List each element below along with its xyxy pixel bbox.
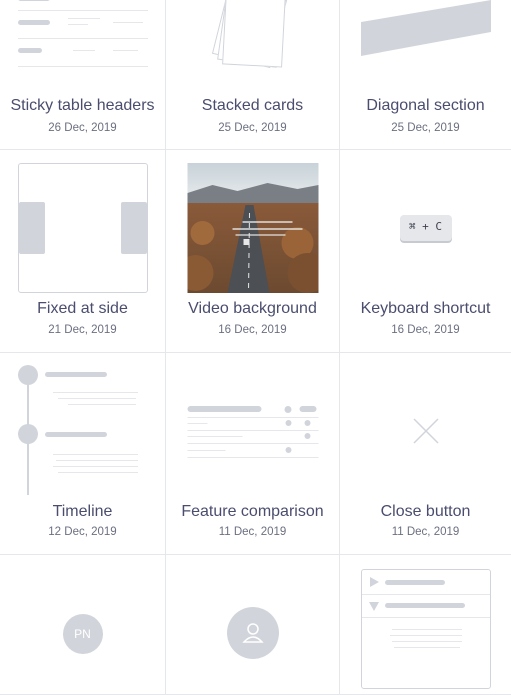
keyboard-shortcut-thumbnail: ⌘ + C [399, 215, 452, 241]
initial-avatar-thumbnail: PN [62, 614, 103, 654]
card-feature-comparison[interactable]: Feature comparison 11 Dec, 2019 [166, 353, 340, 555]
card-accordion[interactable] [340, 555, 511, 695]
accordion-thumbnail [360, 569, 491, 689]
card-date: 12 Dec, 2019 [48, 526, 117, 538]
card-sticky-table-headers[interactable]: Sticky table headers 26 Dec, 2019 [0, 0, 166, 150]
keyboard-key-label: ⌘ + C [408, 220, 443, 233]
card-timeline[interactable]: Timeline 12 Dec, 2019 [0, 353, 166, 555]
card-close-button[interactable]: Close button 11 Dec, 2019 [340, 353, 511, 555]
pattern-grid: Sticky table headers 26 Dec, 2019 Stacke… [0, 0, 511, 695]
timeline-thumbnail [17, 365, 148, 497]
user-icon [241, 623, 264, 643]
close-x-icon [412, 417, 440, 445]
card-title: Sticky table headers [10, 97, 155, 114]
card-date: 16 Dec, 2019 [391, 324, 460, 336]
card-video-background[interactable]: Video background 16 Dec, 2019 [166, 150, 340, 353]
card-title: Video background [188, 300, 317, 317]
video-background-thumbnail [187, 163, 318, 293]
card-date: 25 Dec, 2019 [218, 122, 287, 134]
card-stacked-cards[interactable]: Stacked cards 25 Dec, 2019 [166, 0, 340, 150]
card-title: Diagonal section [366, 97, 485, 114]
card-title: Timeline [52, 503, 113, 520]
card-date: 26 Dec, 2019 [48, 122, 117, 134]
avatar-initials: PN [74, 627, 91, 641]
card-date: 16 Dec, 2019 [218, 324, 287, 336]
card-diagonal-section[interactable]: Diagonal section 25 Dec, 2019 [340, 0, 511, 150]
card-fixed-at-side[interactable]: Fixed at side 21 Dec, 2019 [0, 150, 166, 353]
card-title: Feature comparison [181, 503, 324, 520]
caret-down-icon [368, 602, 379, 611]
card-title: Keyboard shortcut [360, 300, 491, 317]
fixed-at-side-thumbnail [17, 163, 148, 293]
card-date: 11 Dec, 2019 [391, 526, 460, 538]
caret-right-icon [369, 577, 379, 587]
feature-comparison-thumbnail [187, 405, 318, 465]
diagonal-section-thumbnail [360, 0, 491, 60]
card-title: Fixed at side [37, 300, 128, 317]
card-title: Close button [380, 503, 471, 520]
card-date: 25 Dec, 2019 [391, 122, 460, 134]
card-keyboard-shortcut[interactable]: ⌘ + C Keyboard shortcut 16 Dec, 2019 [340, 150, 511, 353]
sticky-table-headers-thumbnail [17, 0, 148, 80]
card-title: Stacked cards [201, 97, 304, 114]
stacked-cards-thumbnail [208, 0, 298, 72]
card-date: 21 Dec, 2019 [48, 324, 117, 336]
card-date: 11 Dec, 2019 [218, 526, 287, 538]
card-initial-avatar[interactable]: PN [0, 555, 166, 695]
avatar-thumbnail [226, 607, 279, 659]
card-avatar[interactable] [166, 555, 340, 695]
